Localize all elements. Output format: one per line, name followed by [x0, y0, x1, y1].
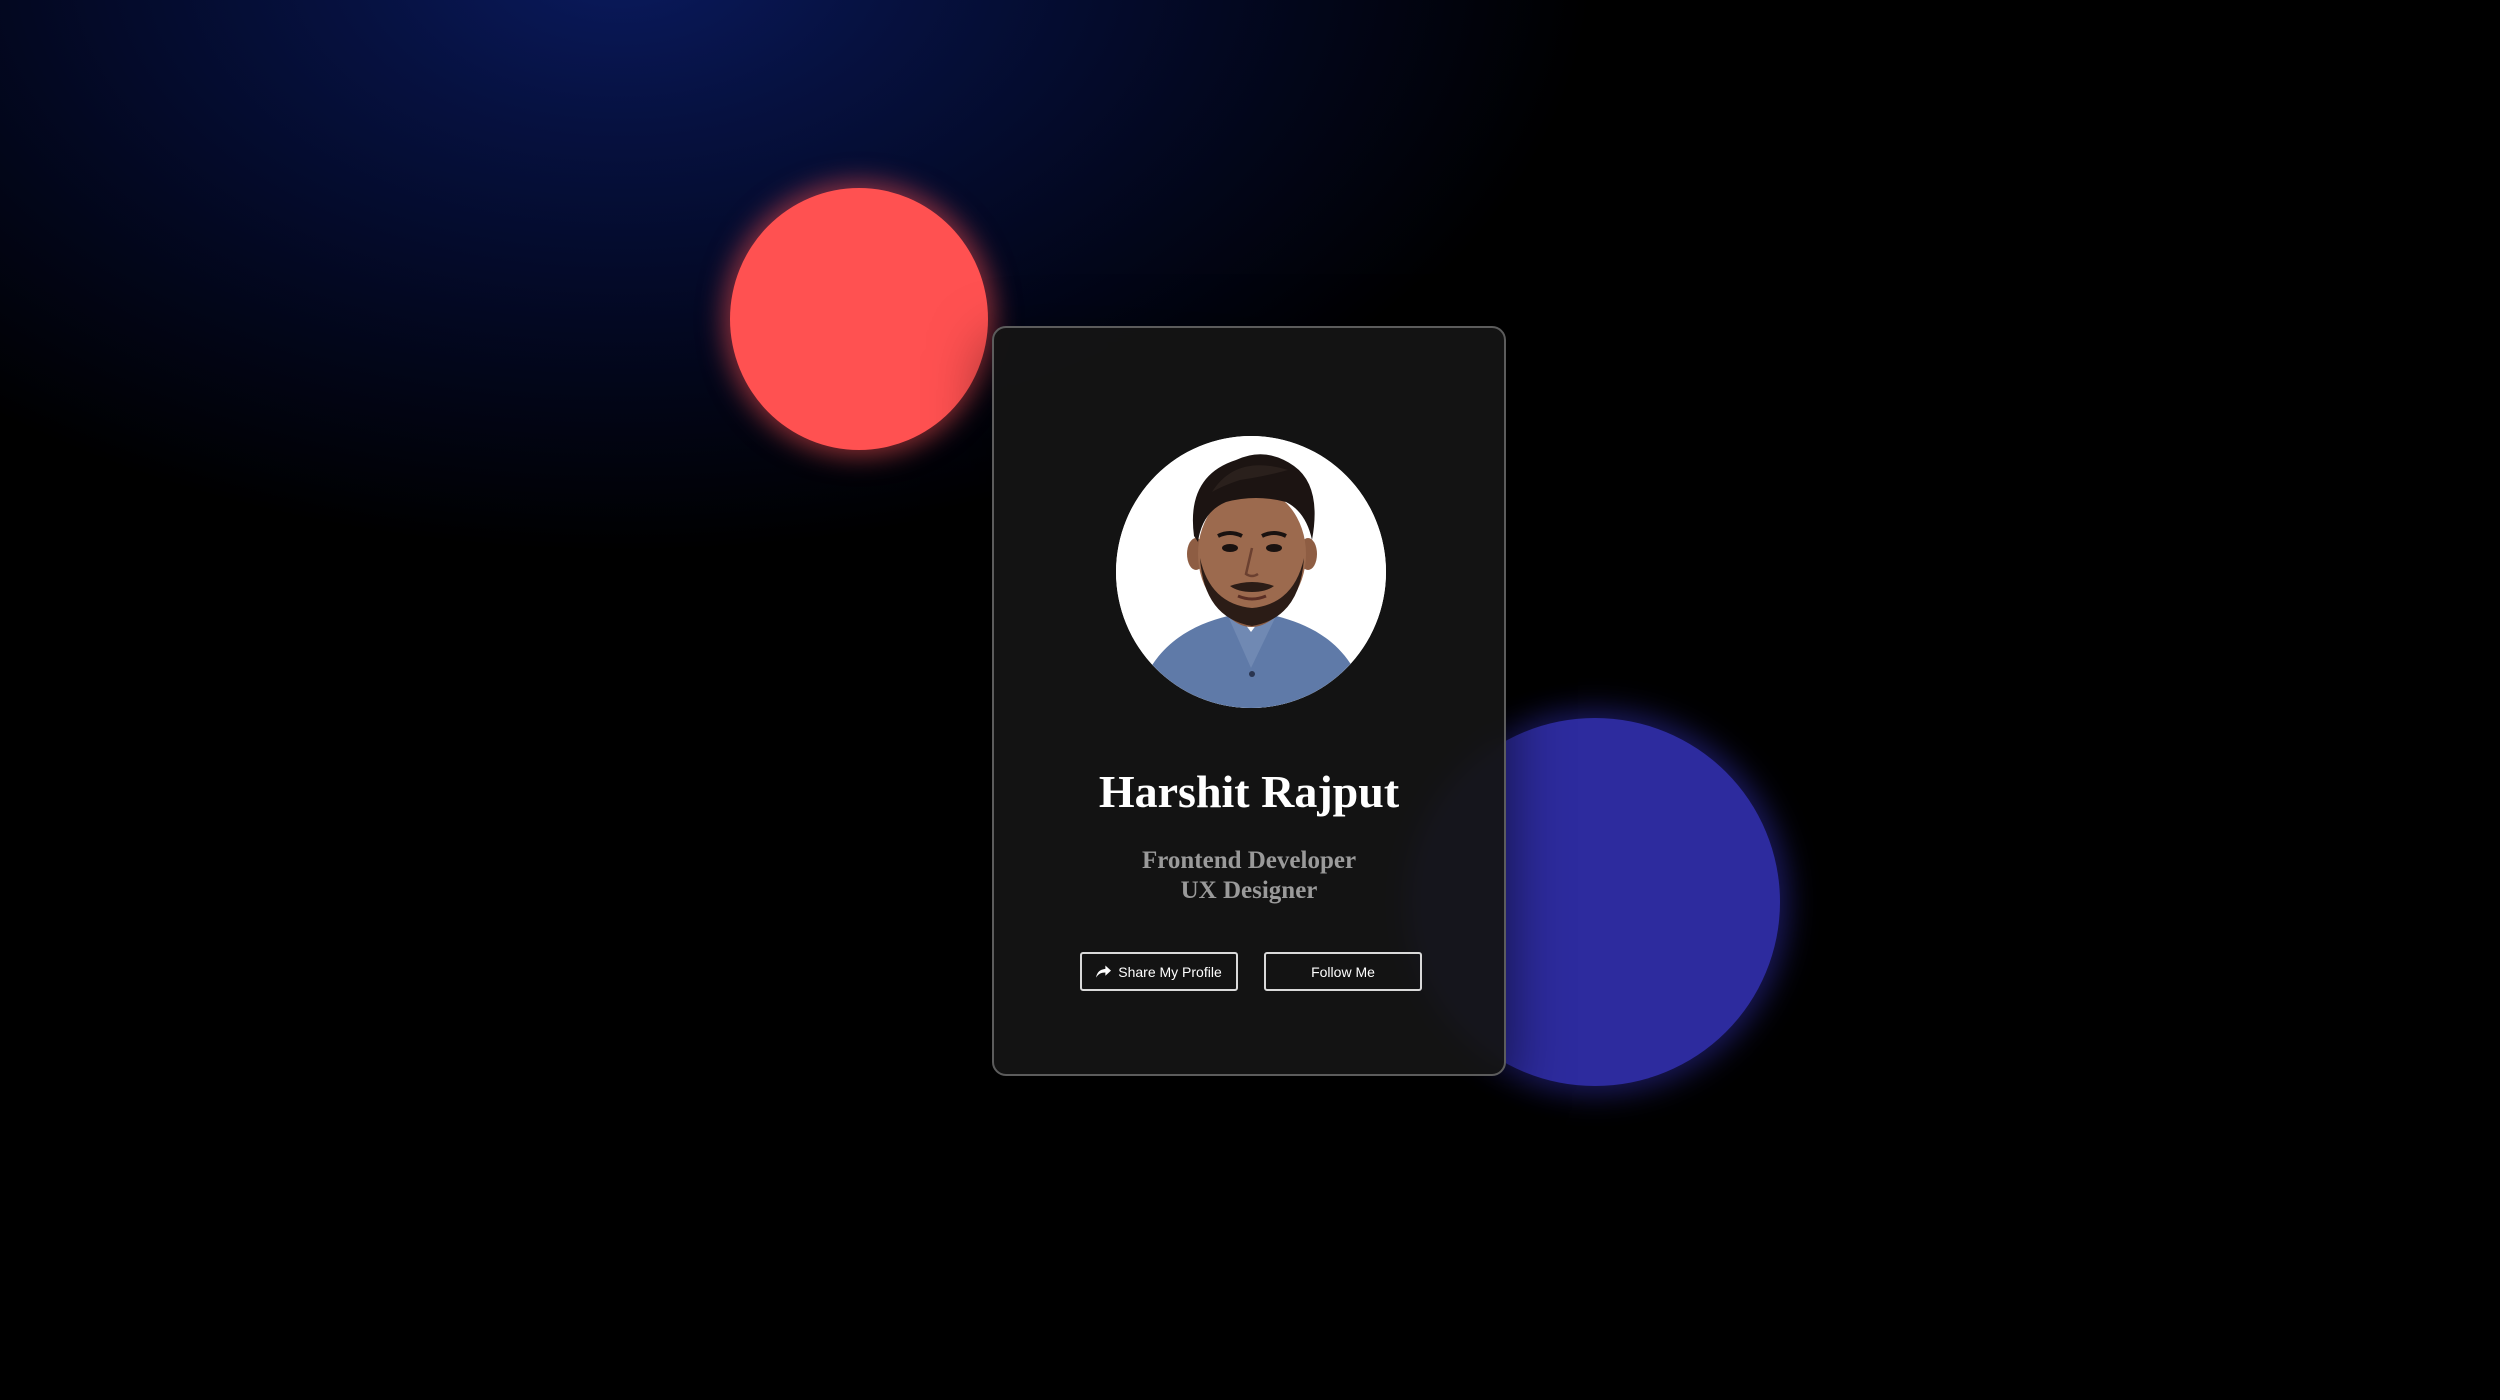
- profile-name: Harshit Rajput: [1098, 766, 1400, 817]
- follow-label: Follow Me: [1311, 963, 1375, 980]
- follow-button[interactable]: Follow Me: [1264, 952, 1422, 991]
- profile-roles: Frontend Developer UX Designer: [994, 846, 1504, 906]
- red-decorative-circle: [730, 188, 988, 450]
- profile-card: Harshit Rajput Frontend Developer UX Des…: [992, 326, 1506, 1076]
- share-icon: [1096, 964, 1112, 979]
- avatar: [1116, 436, 1386, 708]
- avatar-photo: [1116, 436, 1386, 708]
- role-ux-designer: UX Designer: [1180, 877, 1318, 904]
- role-frontend-developer: Frontend Developer: [1141, 847, 1357, 874]
- share-profile-label: Share My Profile: [1118, 963, 1222, 980]
- share-profile-button[interactable]: Share My Profile: [1080, 952, 1238, 991]
